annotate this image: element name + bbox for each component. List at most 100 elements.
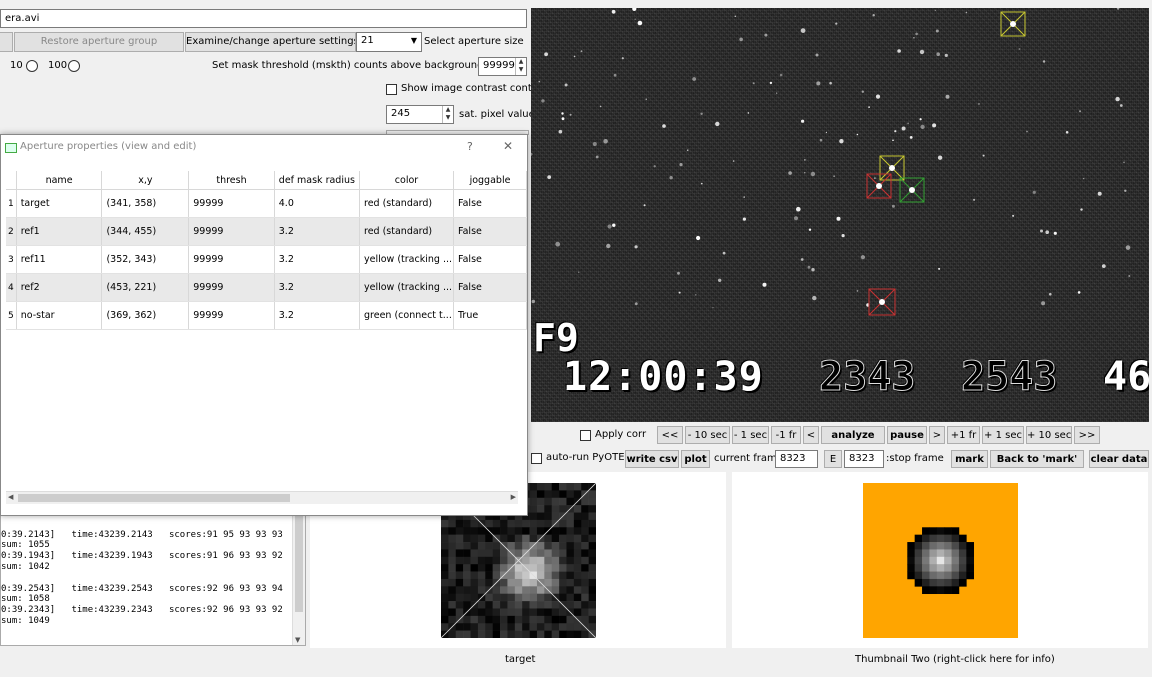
aperture-box[interactable] <box>899 177 925 203</box>
row-number[interactable]: 1 <box>6 189 17 218</box>
clear-data-button[interactable]: clear data <box>1089 450 1149 468</box>
cell-color[interactable]: yellow (tracking ... <box>359 245 455 274</box>
cell-xy[interactable]: (453, 221) <box>101 273 190 302</box>
cell-color[interactable]: red (standard) <box>359 217 455 246</box>
log-scrollbar[interactable]: ▼ <box>292 506 305 645</box>
scroll-left-icon[interactable]: ◀ <box>8 493 13 501</box>
cell-radius[interactable]: 4.0 <box>274 189 361 218</box>
row-number[interactable]: 2 <box>6 217 17 246</box>
left-cut-button[interactable] <box>0 32 13 52</box>
cell-thresh[interactable]: 99999 <box>188 217 275 246</box>
cell-radius[interactable]: 3.2 <box>274 217 361 246</box>
restore-aperture-group-button[interactable]: Restore aperture group <box>14 32 184 52</box>
plus-10sec-button[interactable]: + 10 sec <box>1026 426 1072 444</box>
examine-aperture-settings-button[interactable]: Examine/change aperture settings <box>185 32 356 52</box>
mask-threshold-spinbox[interactable]: 99999 ▲ ▼ <box>478 57 527 76</box>
autorun-pyote-checkbox[interactable] <box>531 453 542 464</box>
cell-xy[interactable]: (369, 362) <box>101 301 190 330</box>
column-header-thresh[interactable]: thresh <box>188 171 275 190</box>
plus-1fr-button[interactable]: +1 fr <box>947 426 980 444</box>
aperture-box[interactable] <box>1000 11 1026 37</box>
file-path-field[interactable]: era.avi <box>0 9 527 28</box>
fast-forward-button[interactable]: >> <box>1074 426 1100 444</box>
dialog-horizontal-scrollbar[interactable]: ◀ ▶ <box>6 491 518 504</box>
column-header-xy[interactable]: x,y <box>101 171 190 190</box>
table-row[interactable]: 1 target (341, 358) 99999 4.0 red (stand… <box>6 189 527 218</box>
back-to-mark-button[interactable]: Back to 'mark' <box>990 450 1084 468</box>
dialog-titlebar[interactable]: Aperture properties (view and edit) ? ✕ <box>1 135 527 161</box>
cell-name[interactable]: no-star <box>16 301 103 330</box>
thumbnail-two-panel[interactable] <box>732 472 1148 648</box>
cell-name[interactable]: target <box>16 189 103 218</box>
table-row[interactable]: 4 ref2 (453, 221) 99999 3.2 yellow (trac… <box>6 273 527 302</box>
aperture-box[interactable] <box>868 288 896 316</box>
table-row[interactable]: 3 ref11 (352, 343) 99999 3.2 yellow (tra… <box>6 245 527 274</box>
cell-thresh[interactable]: 99999 <box>188 245 275 274</box>
close-icon[interactable]: ✕ <box>503 139 513 153</box>
mark-button[interactable]: mark <box>951 450 988 468</box>
cell-color[interactable]: green (connect t... <box>359 301 455 330</box>
spin-arrows-icon[interactable]: ▲ ▼ <box>442 106 453 123</box>
aperture-size-select[interactable]: 21 ▼ <box>356 32 422 52</box>
star-field-image[interactable]: F9 12:00:39 2343 2543 46 <box>531 8 1149 422</box>
star-dot <box>607 224 612 229</box>
table-row[interactable]: 5 no-star (369, 362) 99999 3.2 green (co… <box>6 301 527 330</box>
column-header-joggable[interactable]: joggable <box>453 171 527 190</box>
radio-100[interactable] <box>68 60 80 72</box>
scroll-down-icon[interactable]: ▼ <box>295 636 300 644</box>
pause-button[interactable]: pause <box>887 426 927 444</box>
contrast-control-checkbox[interactable] <box>386 84 397 95</box>
cell-thresh[interactable]: 99999 <box>188 301 275 330</box>
radio-10[interactable] <box>26 60 38 72</box>
analyze-button[interactable]: analyze <box>821 426 885 444</box>
cell-radius[interactable]: 3.2 <box>274 273 361 302</box>
plot-button[interactable]: plot <box>681 450 710 468</box>
column-header-radius[interactable]: def mask radius <box>274 171 361 190</box>
current-frame-field[interactable]: 8323 <box>775 450 818 468</box>
log-text-area[interactable]: sum: 1041 0:39.2143] time:43239.2143 sco… <box>0 505 306 646</box>
apply-corr-checkbox[interactable] <box>580 430 591 441</box>
column-header-name[interactable]: name <box>16 171 103 190</box>
minus-1fr-button[interactable]: -1 fr <box>771 426 801 444</box>
table-row[interactable]: 2 ref1 (344, 455) 99999 3.2 red (standar… <box>6 217 527 246</box>
cell-joggable[interactable]: False <box>453 273 527 302</box>
stop-frame-field[interactable]: 8323 <box>844 450 884 468</box>
minus-10sec-button[interactable]: - 10 sec <box>685 426 730 444</box>
log-scrollbar-thumb[interactable] <box>295 512 303 612</box>
minus-1sec-button[interactable]: - 1 sec <box>732 426 769 444</box>
cell-xy[interactable]: (344, 455) <box>101 217 190 246</box>
cell-thresh[interactable]: 99999 <box>188 189 275 218</box>
aperture-box[interactable] <box>866 173 892 199</box>
cell-joggable[interactable]: False <box>453 189 527 218</box>
cell-xy[interactable]: (352, 343) <box>101 245 190 274</box>
aperture-box[interactable] <box>879 155 905 181</box>
spin-arrows-icon[interactable]: ▲ ▼ <box>515 58 526 75</box>
scroll-right-icon[interactable]: ▶ <box>511 493 516 501</box>
cell-radius[interactable]: 3.2 <box>274 245 361 274</box>
cell-color[interactable]: red (standard) <box>359 189 455 218</box>
aperture-properties-dialog[interactable]: Aperture properties (view and edit) ? ✕ … <box>0 134 528 516</box>
cell-thresh[interactable]: 99999 <box>188 273 275 302</box>
cell-joggable[interactable]: False <box>453 217 527 246</box>
help-icon[interactable]: ? <box>467 140 473 153</box>
row-number[interactable]: 3 <box>6 245 17 274</box>
cell-joggable[interactable]: False <box>453 245 527 274</box>
cell-xy[interactable]: (341, 358) <box>101 189 190 218</box>
step-back-button[interactable]: < <box>803 426 819 444</box>
row-number[interactable]: 5 <box>6 301 17 330</box>
plus-1sec-button[interactable]: + 1 sec <box>982 426 1024 444</box>
cell-joggable[interactable]: True <box>453 301 527 330</box>
cell-name[interactable]: ref2 <box>16 273 103 302</box>
e-button[interactable]: E <box>824 450 842 468</box>
write-csv-button[interactable]: write csv <box>625 450 679 468</box>
dialog-scrollbar-thumb[interactable] <box>18 494 290 502</box>
column-header-color[interactable]: color <box>359 171 455 190</box>
sat-pixel-spinbox[interactable]: 245 ▲ ▼ <box>386 105 454 124</box>
cell-radius[interactable]: 3.2 <box>274 301 361 330</box>
row-number[interactable]: 4 <box>6 273 17 302</box>
cell-color[interactable]: yellow (tracking ... <box>359 273 455 302</box>
step-forward-button[interactable]: > <box>929 426 945 444</box>
cell-name[interactable]: ref1 <box>16 217 103 246</box>
rewind-button[interactable]: << <box>657 426 683 444</box>
cell-name[interactable]: ref11 <box>16 245 103 274</box>
